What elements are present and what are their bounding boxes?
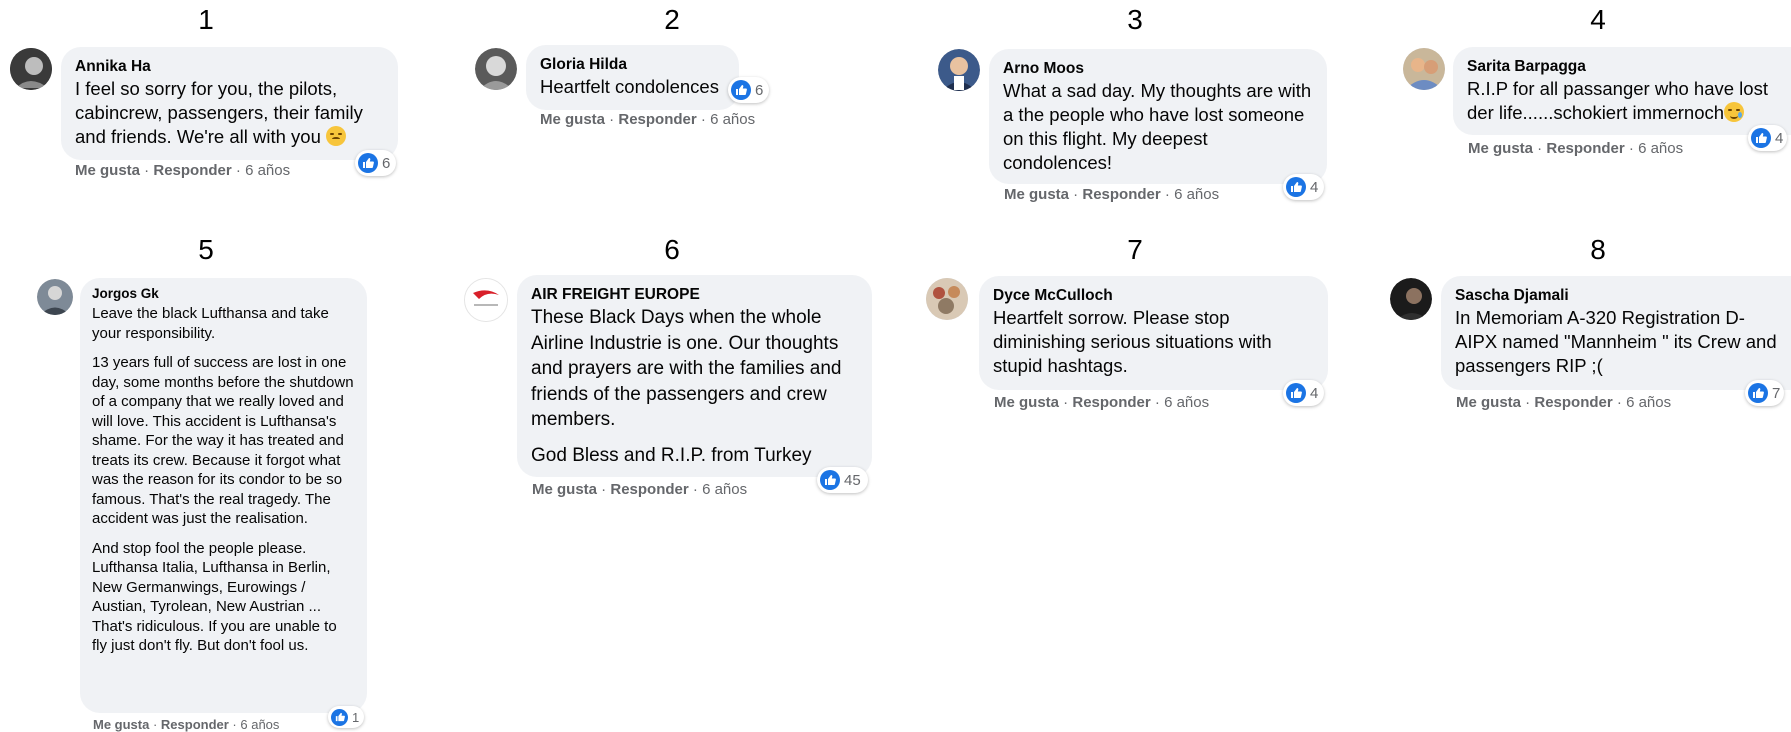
reaction-count[interactable]: 4 xyxy=(1283,174,1325,200)
comment-bubble: Sascha Djamali In Memoriam A-320 Registr… xyxy=(1441,276,1791,390)
avatar[interactable] xyxy=(938,49,980,91)
avatar[interactable] xyxy=(37,279,73,315)
comment-author[interactable]: Gloria Hilda xyxy=(540,55,725,75)
comment-time[interactable]: 6 años xyxy=(1164,394,1209,411)
avatar[interactable] xyxy=(926,278,968,320)
like-link[interactable]: Me gusta xyxy=(540,111,605,128)
comment-bubble: Dyce McCulloch Heartfelt sorrow. Please … xyxy=(979,276,1328,390)
reply-link[interactable]: Responder xyxy=(1534,394,1612,411)
avatar[interactable] xyxy=(475,48,517,90)
comment-actions: Me gusta · Responder · 6 años xyxy=(1004,186,1220,203)
comment-actions: Me gusta · Responder · 6 años xyxy=(994,394,1210,411)
comment-paragraph: These Black Days when the whole Airline … xyxy=(531,307,842,430)
comment-bubble: Annika Ha I feel so sorry for you, the p… xyxy=(61,47,398,160)
reply-link[interactable]: Responder xyxy=(1546,140,1624,157)
comment-bubble: AIR FREIGHT EUROPE These Black Days when… xyxy=(517,275,872,477)
comment-author[interactable]: Sascha Djamali xyxy=(1455,286,1777,306)
comment-author[interactable]: Dyce McCulloch xyxy=(993,286,1314,306)
thumbs-up-icon xyxy=(1286,177,1306,197)
comment-actions: Me gusta · Responder · 6 años xyxy=(1456,394,1672,411)
avatar[interactable] xyxy=(10,48,52,90)
avatar[interactable] xyxy=(1403,48,1445,90)
comment-number: 4 xyxy=(1590,4,1606,35)
comment-bubble: Gloria Hilda Heartfelt condolences xyxy=(526,45,739,110)
thumbs-up-icon xyxy=(1751,128,1771,148)
reply-link[interactable]: Responder xyxy=(618,111,696,128)
like-link[interactable]: Me gusta xyxy=(93,717,149,732)
comment-actions: Me gusta · Responder · 6 años xyxy=(1468,140,1684,157)
comment-text: In Memoriam A-320 Registration D-AIPX na… xyxy=(1455,307,1777,376)
avatar[interactable] xyxy=(1390,278,1432,320)
comment-actions: Me gusta · Responder · 6 años xyxy=(540,111,756,128)
like-link[interactable]: Me gusta xyxy=(1468,140,1533,157)
like-link[interactable]: Me gusta xyxy=(75,162,140,179)
reply-link[interactable]: Responder xyxy=(153,162,231,179)
thumbs-up-icon xyxy=(820,470,840,490)
comment-number: 8 xyxy=(1590,234,1606,265)
comment-bubble: Arno Moos What a sad day. My thoughts ar… xyxy=(989,49,1327,184)
reaction-count[interactable]: 6 xyxy=(355,150,397,176)
comment-bubble: Jorgos Gk Leave the black Lufthansa and … xyxy=(80,278,367,713)
comment-number: 2 xyxy=(664,4,680,35)
comment-time[interactable]: 6 años xyxy=(245,162,290,179)
comment-author[interactable]: Sarita Barpagga xyxy=(1467,57,1777,77)
comment-number: 3 xyxy=(1127,4,1143,35)
avatar[interactable] xyxy=(464,278,508,322)
thumbs-up-icon xyxy=(358,153,378,173)
comment-time[interactable]: 6 años xyxy=(710,111,755,128)
comment-text: I feel so sorry for you, the pilots, cab… xyxy=(75,78,363,147)
comment-time[interactable]: 6 años xyxy=(240,717,279,732)
comment-time[interactable]: 6 años xyxy=(1638,140,1683,157)
comment-time[interactable]: 6 años xyxy=(1626,394,1671,411)
comment-author[interactable]: Annika Ha xyxy=(75,57,384,77)
thumbs-up-icon xyxy=(1748,383,1768,403)
reaction-count[interactable]: 6 xyxy=(728,77,770,103)
comment-actions: Me gusta · Responder · 6 años xyxy=(532,481,748,498)
reaction-count[interactable]: 45 xyxy=(817,467,868,493)
comment-author[interactable]: AIR FREIGHT EUROPE xyxy=(531,285,858,305)
comment-text: Leave the black Lufthansa and take your … xyxy=(92,304,355,656)
like-link[interactable]: Me gusta xyxy=(532,481,597,498)
comment-author[interactable]: Arno Moos xyxy=(1003,59,1313,79)
comment-text: What a sad day. My thoughts are with a t… xyxy=(1003,80,1312,173)
comment-paragraph: And stop fool the people please. Lufthan… xyxy=(92,539,337,655)
comment-actions: Me gusta · Responder · 6 años xyxy=(75,162,291,179)
comment-number: 5 xyxy=(198,234,214,265)
reaction-count[interactable]: 7 xyxy=(1745,380,1785,406)
comment-number: 7 xyxy=(1127,234,1143,265)
reply-link[interactable]: Responder xyxy=(610,481,688,498)
comment-author[interactable]: Jorgos Gk xyxy=(92,284,355,304)
comment-number: 6 xyxy=(664,234,680,265)
reaction-count[interactable]: 4 xyxy=(1283,380,1325,406)
reply-link[interactable]: Responder xyxy=(1072,394,1150,411)
thumbs-up-icon xyxy=(331,708,348,726)
like-link[interactable]: Me gusta xyxy=(994,394,1059,411)
reaction-count[interactable]: 1 xyxy=(328,706,365,728)
reply-link[interactable]: Responder xyxy=(161,717,229,732)
comment-paragraph: Leave the black Lufthansa and take your … xyxy=(92,305,329,342)
comment-text: These Black Days when the whole Airline … xyxy=(531,305,858,468)
comment-paragraph: God Bless and R.I.P. from Turkey xyxy=(531,444,812,466)
comment-time[interactable]: 6 años xyxy=(1174,186,1219,203)
comment-text: Heartfelt condolences xyxy=(540,76,719,97)
reaction-count[interactable]: 4 xyxy=(1748,125,1788,151)
comment-text: R.I.P for all passanger who have lost de… xyxy=(1467,78,1768,123)
reply-link[interactable]: Responder xyxy=(1082,186,1160,203)
comment-actions: Me gusta · Responder · 6 años xyxy=(93,717,280,732)
like-link[interactable]: Me gusta xyxy=(1004,186,1069,203)
thumbs-up-icon xyxy=(731,80,751,100)
like-link[interactable]: Me gusta xyxy=(1456,394,1521,411)
comment-bubble: Sarita Barpagga R.I.P for all passanger … xyxy=(1453,47,1791,135)
disappointed-emoji-icon xyxy=(326,126,347,146)
comment-paragraph: 13 years full of success are lost in one… xyxy=(92,354,354,527)
comment-time[interactable]: 6 años xyxy=(702,481,747,498)
comment-text: Heartfelt sorrow. Please stop diminishin… xyxy=(993,307,1272,376)
thumbs-up-icon xyxy=(1286,383,1306,403)
comment-number: 1 xyxy=(198,4,214,35)
crying-emoji-icon xyxy=(1724,102,1745,122)
